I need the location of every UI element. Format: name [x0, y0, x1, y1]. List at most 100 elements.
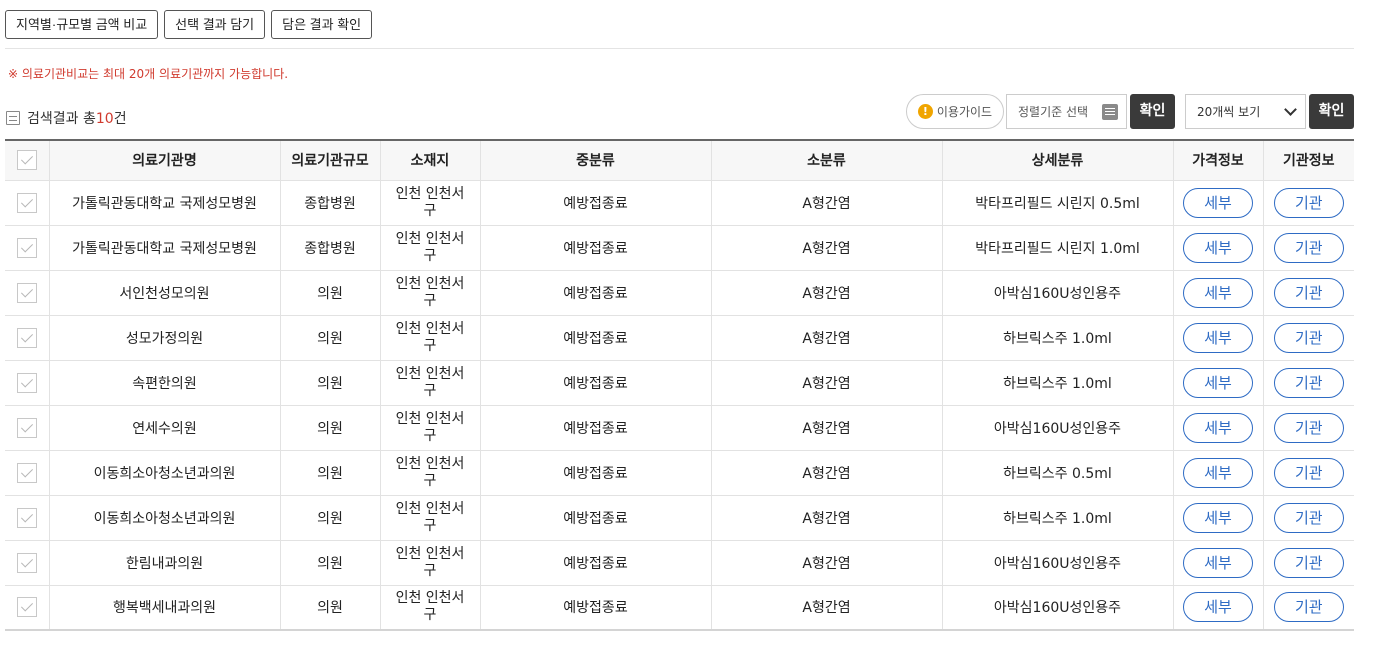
table-row: 속편한의원 의원 인천 인천서구 예방접종료 A형간염 하브릭스주 1.0ml 세부 기관: [5, 360, 1354, 406]
location: 인천 인천서구: [395, 275, 465, 309]
institution-info-cell: 기관: [1262, 225, 1354, 271]
price-detail-button[interactable]: 세부: [1183, 322, 1253, 353]
location: 인천 인천서구: [395, 455, 465, 489]
institution-name: 서인천성모의원: [48, 270, 280, 316]
institution-info-button[interactable]: 기관: [1273, 322, 1344, 353]
institution-info-cell: 기관: [1262, 360, 1354, 406]
mid-category: 예방접종료: [479, 495, 711, 541]
institution-size: 의원: [279, 270, 380, 316]
institution-name: 속편한의원: [48, 360, 280, 406]
price-info-cell: 세부: [1172, 225, 1263, 271]
institution-info-button[interactable]: 기관: [1273, 412, 1344, 443]
add-selection-button[interactable]: 선택 결과 담기: [164, 10, 266, 39]
institution-name: 행복백세내과의원: [48, 585, 280, 631]
divider: [5, 48, 1354, 49]
institution-info-cell: 기관: [1262, 585, 1354, 631]
institution-info-button[interactable]: 기관: [1273, 502, 1344, 533]
sort-confirm-button[interactable]: 확인: [1130, 94, 1175, 129]
usage-guide-button[interactable]: ! 이용가이드: [906, 94, 1004, 129]
location: 인천 인천서구: [395, 365, 465, 399]
page-size-select[interactable]: 20개씩 보기: [1185, 94, 1306, 129]
row-checkbox[interactable]: [16, 327, 37, 348]
row-checkbox[interactable]: [16, 552, 37, 573]
view-saved-results-button[interactable]: 담은 결과 확인: [271, 10, 373, 39]
column-header[interactable]: 의료기관명: [48, 140, 280, 181]
select-all-cell: [5, 140, 49, 181]
column-header[interactable]: 소분류: [710, 140, 942, 181]
mid-category: 예방접종료: [479, 360, 711, 406]
price-detail-button[interactable]: 세부: [1183, 412, 1253, 443]
select-all-checkbox[interactable]: [16, 150, 37, 171]
column-header[interactable]: 소재지: [379, 140, 480, 181]
location: 인천 인천서구: [395, 500, 465, 534]
table-row: 연세수의원 의원 인천 인천서구 예방접종료 A형간염 아박심160U성인용주 세부 기관: [5, 405, 1354, 451]
location: 인천 인천서구: [395, 410, 465, 444]
compare-limit-notice: ※ 의료기관비교는 최대 20개 의료기관까지 가능합니다.: [8, 67, 289, 81]
location-cell: 인천 인천서구: [379, 585, 480, 631]
row-checkbox[interactable]: [16, 237, 37, 258]
page-size-confirm-button[interactable]: 확인: [1309, 94, 1354, 129]
row-select-cell: [5, 585, 49, 631]
row-checkbox[interactable]: [16, 282, 37, 303]
location: 인천 인천서구: [395, 545, 465, 579]
price-detail-button[interactable]: 세부: [1183, 277, 1253, 308]
table-row: 가톨릭관동대학교 국제성모병원 종합병원 인천 인천서구 예방접종료 A형간염 박타프리필…: [5, 180, 1354, 226]
price-detail-button[interactable]: 세부: [1183, 187, 1253, 218]
mid-category: 예방접종료: [479, 270, 711, 316]
detail-category: 아박심160U성인용주: [941, 405, 1173, 451]
row-checkbox[interactable]: [16, 507, 37, 528]
price-detail-button[interactable]: 세부: [1183, 502, 1253, 533]
row-checkbox[interactable]: [16, 192, 37, 213]
institution-info-button[interactable]: 기관: [1273, 367, 1344, 398]
institution-name: 성모가정의원: [48, 315, 280, 361]
row-checkbox[interactable]: [16, 417, 37, 438]
price-detail-button[interactable]: 세부: [1183, 232, 1253, 263]
location: 인천 인천서구: [395, 185, 465, 219]
row-checkbox[interactable]: [16, 372, 37, 393]
institution-info-cell: 기관: [1262, 180, 1354, 226]
table-row: 이동희소아청소년과의원 의원 인천 인천서구 예방접종료 A형간염 하브릭스주 1.0ml…: [5, 495, 1354, 541]
table-row: 행복백세내과의원 의원 인천 인천서구 예방접종료 A형간염 아박심160U성인용주 세부 기…: [5, 585, 1354, 631]
sort-criteria-select[interactable]: 정렬기준 선택: [1006, 94, 1127, 129]
price-detail-button[interactable]: 세부: [1183, 547, 1253, 578]
mid-category: 예방접종료: [479, 180, 711, 226]
detail-category: 아박심160U성인용주: [941, 540, 1173, 586]
mid-category: 예방접종료: [479, 540, 711, 586]
institution-size: 의원: [279, 360, 380, 406]
price-detail-button[interactable]: 세부: [1183, 592, 1253, 623]
table-row: 한림내과의원 의원 인천 인천서구 예방접종료 A형간염 아박심160U성인용주 세부 기관: [5, 540, 1354, 586]
page-size-value: 20개씩 보기: [1197, 105, 1261, 119]
row-select-cell: [5, 450, 49, 496]
price-info-cell: 세부: [1172, 585, 1263, 631]
row-checkbox[interactable]: [16, 462, 37, 483]
location-cell: 인천 인천서구: [379, 225, 480, 271]
institution-info-cell: 기관: [1262, 315, 1354, 361]
table-row: 가톨릭관동대학교 국제성모병원 종합병원 인천 인천서구 예방접종료 A형간염 박타프리필…: [5, 225, 1354, 271]
column-header[interactable]: 상세분류: [941, 140, 1173, 181]
sub-category: A형간염: [710, 360, 942, 406]
table-row: 서인천성모의원 의원 인천 인천서구 예방접종료 A형간염 아박심160U성인용주 세부 기관: [5, 270, 1354, 316]
price-detail-button[interactable]: 세부: [1183, 367, 1253, 398]
institution-info-button[interactable]: 기관: [1273, 187, 1344, 218]
price-info-cell: 세부: [1172, 540, 1263, 586]
document-list-icon: [6, 111, 20, 125]
price-detail-button[interactable]: 세부: [1183, 457, 1253, 488]
institution-name: 가톨릭관동대학교 국제성모병원: [48, 180, 280, 226]
location: 인천 인천서구: [395, 590, 465, 624]
location-cell: 인천 인천서구: [379, 180, 480, 226]
column-header[interactable]: 중분류: [479, 140, 711, 181]
institution-info-button[interactable]: 기관: [1273, 592, 1344, 623]
row-checkbox[interactable]: [16, 597, 37, 618]
institution-info-button[interactable]: 기관: [1273, 232, 1344, 263]
column-header[interactable]: 의료기관규모: [279, 140, 380, 181]
institution-info-button[interactable]: 기관: [1273, 547, 1344, 578]
institution-info-button[interactable]: 기관: [1273, 277, 1344, 308]
detail-category: 하브릭스주 1.0ml: [941, 495, 1173, 541]
institution-info-button[interactable]: 기관: [1273, 457, 1344, 488]
institution-size: 의원: [279, 495, 380, 541]
region-size-compare-button[interactable]: 지역별·규모별 금액 비교: [5, 10, 159, 39]
table-row: 이동희소아청소년과의원 의원 인천 인천서구 예방접종료 A형간염 하브릭스주 0.5ml…: [5, 450, 1354, 496]
info-icon: !: [917, 104, 933, 119]
row-select-cell: [5, 315, 49, 361]
price-info-cell: 세부: [1172, 315, 1263, 361]
